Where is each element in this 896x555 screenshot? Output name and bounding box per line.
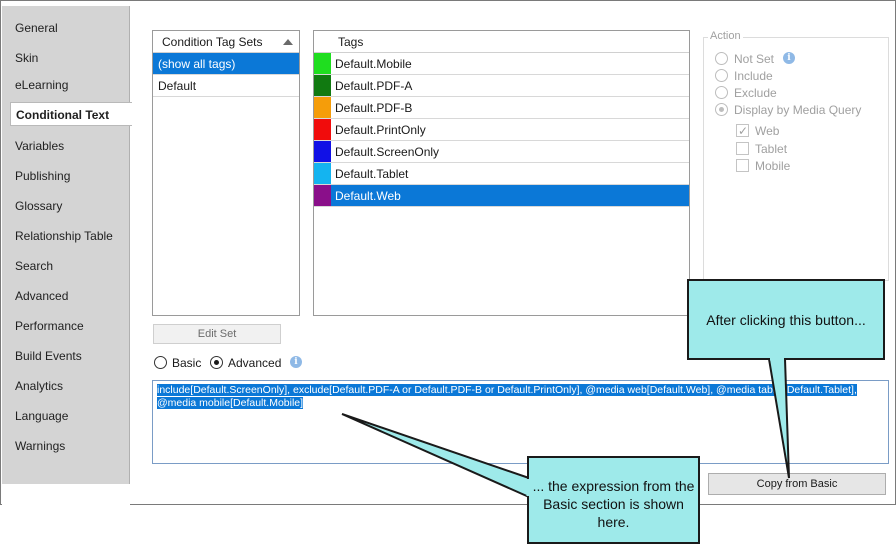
tag-sets-header-label: Condition Tag Sets: [162, 35, 263, 49]
action-radio[interactable]: [715, 103, 728, 116]
sidebar-item-publishing[interactable]: Publishing: [2, 164, 130, 188]
sidebar-item-general[interactable]: General: [2, 16, 130, 40]
sidebar-item-advanced[interactable]: Advanced: [2, 284, 130, 308]
action-radio[interactable]: [715, 69, 728, 82]
tag-row[interactable]: Default.PDF-B: [314, 97, 689, 119]
tag-set-row[interactable]: Default: [153, 75, 299, 97]
tag-color-swatch: [314, 119, 331, 140]
callout-bottom: ... the expression from the Basic sectio…: [527, 456, 700, 544]
tags-header[interactable]: Tags: [314, 31, 689, 53]
advanced-label: Advanced: [228, 356, 282, 370]
tag-sets-header[interactable]: Condition Tag Sets: [153, 31, 299, 53]
sidebar-item-variables[interactable]: Variables: [2, 134, 130, 158]
media-label: Tablet: [755, 142, 788, 156]
tag-row[interactable]: Default.Tablet: [314, 163, 689, 185]
info-icon[interactable]: i: [783, 52, 795, 64]
action-option-display-by-media-query[interactable]: Display by Media Query: [715, 102, 861, 118]
sidebar-item-elearning[interactable]: eLearning: [2, 73, 130, 97]
advanced-radio-circle[interactable]: [210, 356, 223, 369]
basic-label: Basic: [172, 356, 202, 370]
media-checkbox-mobile[interactable]: Mobile: [736, 158, 790, 174]
advanced-radio[interactable]: Advanced: [210, 355, 281, 371]
condition-tag-sets-list[interactable]: Condition Tag Sets (show all tags) Defaul…: [152, 30, 300, 316]
action-legend: Action: [708, 30, 743, 42]
sort-ascending-icon: [283, 39, 293, 45]
tags-header-label: Tags: [338, 35, 364, 49]
tag-row[interactable]: Default.ScreenOnly: [314, 141, 689, 163]
expression-textarea[interactable]: include[Default.ScreenOnly], exclude[Def…: [152, 380, 889, 464]
tag-set-row[interactable]: (show all tags): [153, 53, 299, 75]
action-option-not-set[interactable]: Not Set: [715, 51, 774, 67]
media-checkbox-tablet[interactable]: Tablet: [736, 141, 787, 157]
media-label: Web: [755, 124, 780, 138]
sidebar-item-performance[interactable]: Performance: [2, 314, 130, 338]
action-option-label: Include: [734, 69, 773, 83]
basic-radio-circle[interactable]: [154, 356, 167, 369]
callout-top: After clicking this button...: [687, 279, 885, 360]
tag-color-swatch: [314, 53, 331, 74]
sidebar-item-conditional-text[interactable]: Conditional Text: [10, 102, 132, 126]
tag-row[interactable]: Default.PDF-A: [314, 75, 689, 97]
sidebar-edge: [2, 484, 130, 506]
action-option-exclude[interactable]: Exclude: [715, 85, 777, 101]
tag-color-swatch: [314, 75, 331, 96]
copy-from-basic-button[interactable]: Copy from Basic: [708, 473, 886, 495]
tag-label: Default.Mobile: [335, 57, 412, 71]
tag-label: Default.Tablet: [335, 167, 409, 181]
action-option-label: Not Set: [734, 52, 775, 66]
action-option-label: Exclude: [734, 86, 777, 100]
basic-radio[interactable]: Basic: [154, 355, 201, 371]
sidebar-item-build-events[interactable]: Build Events: [2, 344, 130, 368]
sidebar-item-warnings[interactable]: Warnings: [2, 434, 130, 458]
media-check[interactable]: [736, 159, 749, 172]
edit-set-button[interactable]: Edit Set: [153, 324, 281, 344]
tag-color-swatch: [314, 163, 331, 184]
tag-row[interactable]: Default.Web: [314, 185, 689, 207]
tag-label: Default.ScreenOnly: [335, 145, 440, 159]
mode-info-icon[interactable]: i: [290, 356, 302, 368]
expression-text: include[Default.ScreenOnly], exclude[Def…: [157, 384, 857, 409]
action-option-label: Display by Media Query: [734, 103, 862, 117]
tag-color-swatch: [314, 185, 331, 206]
media-checkbox-web[interactable]: Web: [736, 123, 779, 139]
action-option-include[interactable]: Include: [715, 68, 773, 84]
tag-label: Default.PrintOnly: [335, 123, 426, 137]
settings-sidebar: General Skin eLearning Conditional Text Vari…: [2, 6, 132, 504]
tag-row[interactable]: Default.PrintOnly: [314, 119, 689, 141]
tag-label: Default.Web: [335, 189, 401, 203]
sidebar-item-search[interactable]: Search: [2, 254, 130, 278]
tag-color-swatch: [314, 97, 331, 118]
tag-label: Default.PDF-A: [335, 79, 413, 93]
tag-row[interactable]: Default.Mobile: [314, 53, 689, 75]
sidebar-item-skin[interactable]: Skin: [2, 46, 130, 70]
media-label: Mobile: [755, 159, 791, 173]
tag-color-swatch: [314, 141, 331, 162]
action-radio[interactable]: [715, 52, 728, 65]
sidebar-item-analytics[interactable]: Analytics: [2, 374, 130, 398]
action-radio[interactable]: [715, 86, 728, 99]
sidebar-item-glossary[interactable]: Glossary: [2, 194, 130, 218]
media-check[interactable]: [736, 123, 749, 139]
sidebar-item-relationship-table[interactable]: Relationship Table: [2, 224, 130, 248]
sidebar-item-language[interactable]: Language: [2, 404, 130, 428]
media-check[interactable]: [736, 142, 749, 155]
tag-label: Default.PDF-B: [335, 101, 413, 115]
tags-list[interactable]: Tags Default.Mobile Default.PDF-A Default.…: [313, 30, 690, 316]
